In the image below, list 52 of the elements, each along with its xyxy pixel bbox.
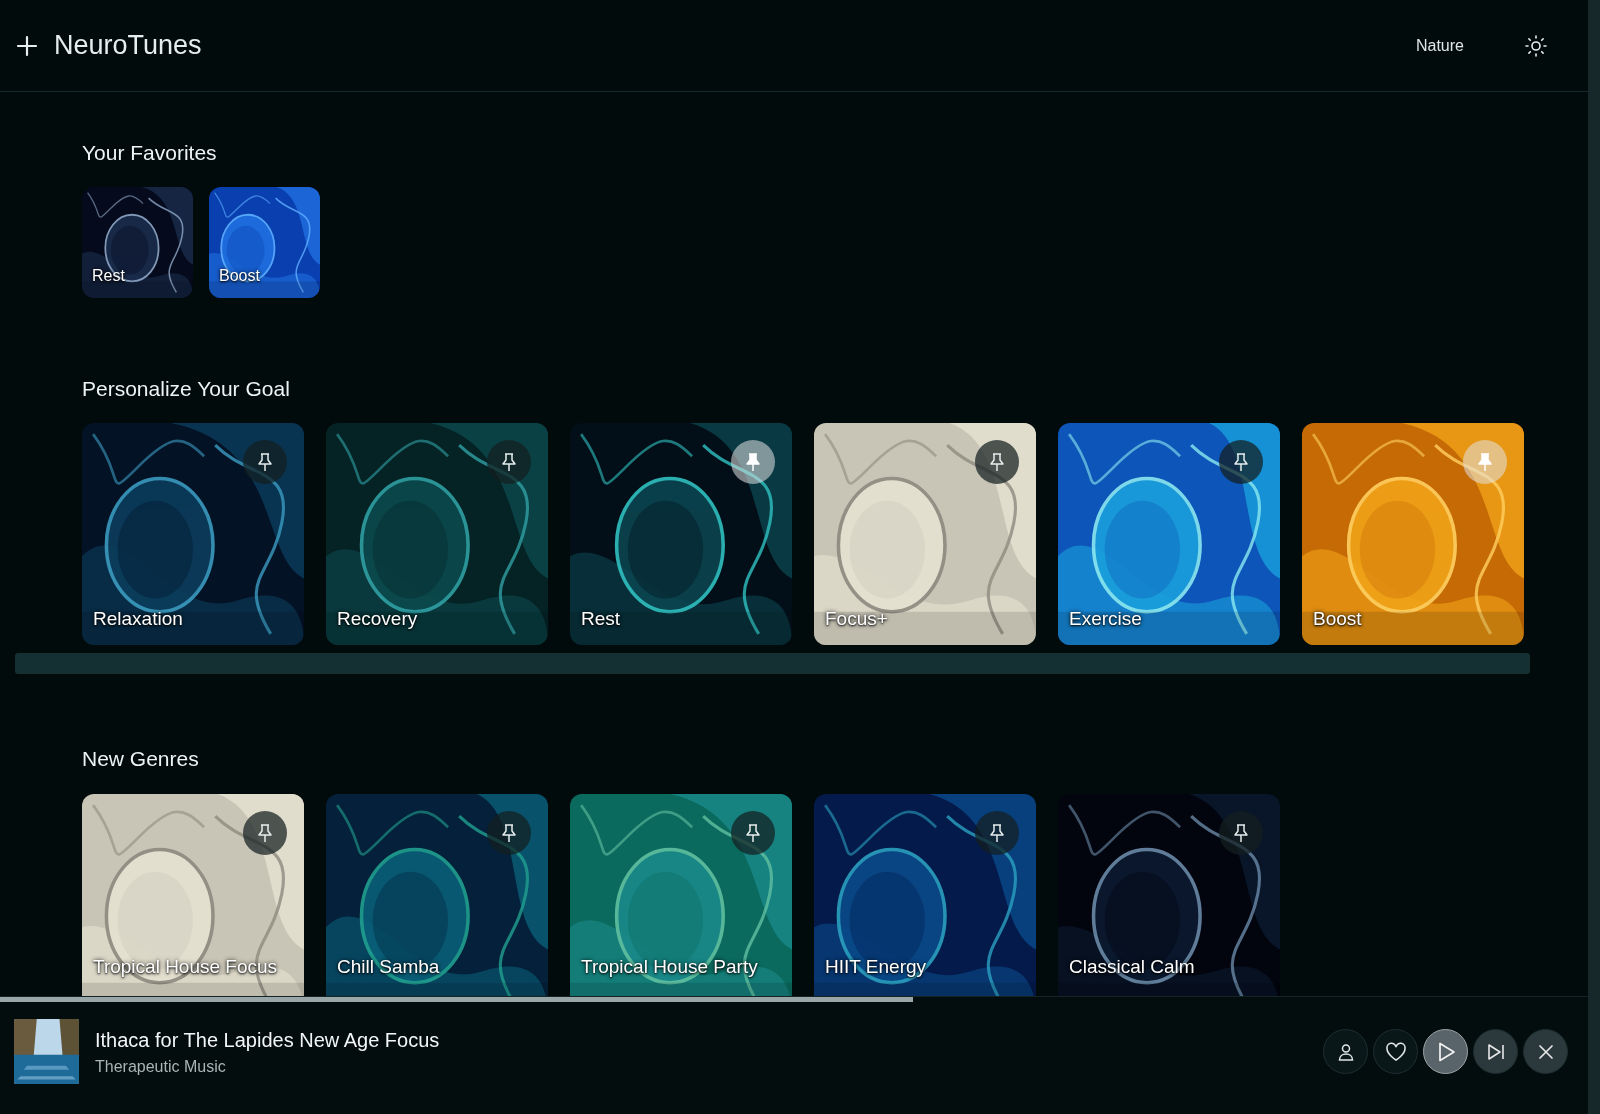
playlist-card[interactable]: Rest — [82, 187, 193, 299]
section-title: New Genres — [82, 746, 200, 772]
skip-next-icon — [1485, 1041, 1506, 1062]
pin-icon — [988, 822, 1006, 843]
playlist-card[interactable]: HIIT Energy — [814, 793, 1036, 996]
card-label: Exercise — [1069, 606, 1142, 631]
pin-icon — [744, 452, 762, 473]
play-button[interactable] — [1423, 1029, 1468, 1074]
favorite-button[interactable] — [1373, 1029, 1418, 1074]
profile-button[interactable] — [1323, 1029, 1368, 1074]
pin-icon — [1232, 452, 1250, 473]
card-label: Focus+ — [825, 606, 888, 631]
pin-icon — [256, 452, 274, 473]
heart-icon — [1384, 1041, 1407, 1062]
pin-icon — [500, 452, 518, 473]
track-title: Ithaca for The Lapides New Age Focus — [95, 1027, 440, 1053]
playlist-card[interactable]: Classical Calm — [1058, 793, 1280, 996]
pin-icon — [1232, 822, 1250, 843]
playlist-card[interactable]: Boost — [209, 187, 320, 299]
section-title: Your Favorites — [82, 140, 218, 166]
section-title: Personalize Your Goal — [82, 376, 291, 402]
card-label: Classical Calm — [1069, 955, 1195, 980]
pin-icon — [500, 822, 518, 843]
scrollbar[interactable] — [15, 653, 1530, 675]
pin-icon — [988, 452, 1006, 473]
pin-button[interactable] — [731, 440, 775, 485]
plus-icon[interactable] — [16, 34, 38, 57]
card-label: HIIT Energy — [825, 955, 927, 980]
playlist-card[interactable]: Tropical House Party — [570, 793, 792, 996]
card-label: Rest — [92, 266, 125, 287]
card-label: Relaxation — [93, 606, 183, 631]
nature-link[interactable]: Nature — [1407, 29, 1472, 62]
pin-icon — [744, 822, 762, 843]
card-label: Chill Samba — [337, 955, 440, 980]
pin-icon — [256, 822, 274, 843]
sun-icon — [1524, 33, 1548, 58]
playlist-card[interactable]: Exercise — [1058, 423, 1280, 646]
card-label: Recovery — [337, 606, 418, 631]
pin-icon — [1476, 452, 1494, 473]
close-icon — [1537, 1043, 1554, 1060]
playlist-card[interactable]: Recovery — [326, 423, 548, 646]
track-subtitle: Therapeutic Music — [95, 1056, 227, 1077]
app-title: NeuroTunes — [54, 29, 202, 63]
skip-next-button[interactable] — [1473, 1029, 1518, 1074]
playlist-card[interactable]: Rest — [570, 423, 792, 646]
playlist-card[interactable]: Relaxation — [82, 423, 304, 646]
playlist-card[interactable]: Chill Samba — [326, 793, 548, 996]
card-label: Boost — [219, 266, 260, 287]
close-button[interactable] — [1523, 1029, 1568, 1074]
card-label: Tropical House Party — [581, 955, 758, 980]
card-label: Boost — [1313, 606, 1362, 631]
card-label: Rest — [581, 606, 621, 631]
